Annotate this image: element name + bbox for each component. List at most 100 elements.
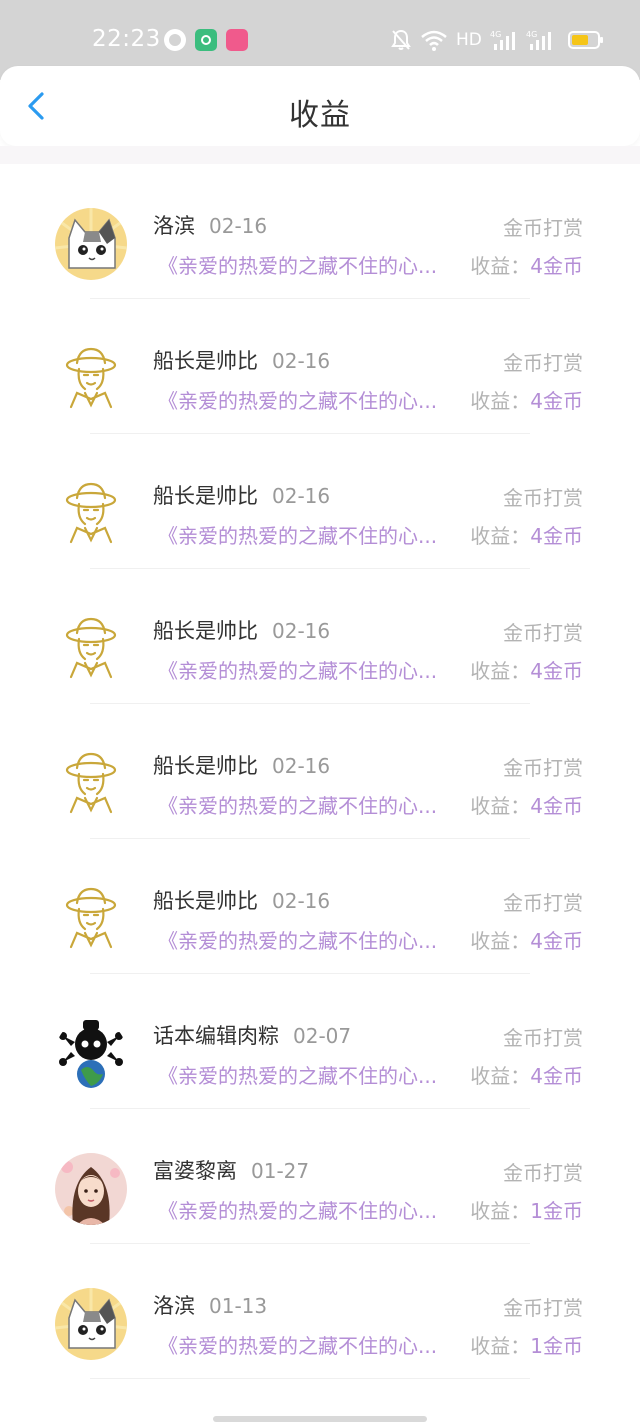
list-item[interactable]: 话本编辑肉粽 02-07 金币打赏 《亲爱的热爱的之藏不住的心... 收益：4金币 xyxy=(0,974,640,1109)
earning-value: 4金币 xyxy=(530,929,583,953)
entry-user: 船长是帅比 02-16 xyxy=(153,885,330,915)
user-name[interactable]: 话本编辑肉粽 xyxy=(153,1024,279,1048)
earning-label: 收益： xyxy=(470,389,531,413)
status-time: 22:23 xyxy=(92,26,161,52)
user-name[interactable]: 富婆黎离 xyxy=(153,1159,237,1183)
green-app-icon xyxy=(195,29,217,51)
svg-text:4G: 4G xyxy=(526,30,537,39)
earning-value: 1金币 xyxy=(530,1199,583,1223)
user-name[interactable]: 洛滨 xyxy=(153,1294,195,1318)
signal-icon: 4G xyxy=(490,30,515,50)
reward-type: 金币打赏 xyxy=(503,216,583,240)
reward-type: 金币打赏 xyxy=(503,1026,583,1050)
skull-earth-avatar[interactable] xyxy=(55,1018,127,1090)
divider xyxy=(90,1378,530,1379)
list-item[interactable]: 船长是帅比 02-16 金币打赏 《亲爱的热爱的之藏不住的心... 收益：4金币 xyxy=(0,299,640,434)
straw-hat-avatar[interactable] xyxy=(55,343,127,415)
book-title[interactable]: 《亲爱的热爱的之藏不住的心... xyxy=(158,250,458,279)
book-title[interactable]: 《亲爱的热爱的之藏不住的心... xyxy=(158,520,458,549)
entry-user: 船长是帅比 02-16 xyxy=(153,480,330,510)
battery-icon xyxy=(567,31,603,49)
list-item[interactable]: 船长是帅比 02-16 金币打赏 《亲爱的热爱的之藏不住的心... 收益：4金币 xyxy=(0,704,640,839)
list-item[interactable]: 富婆黎离 01-27 金币打赏 《亲爱的热爱的之藏不住的心... 收益：1金币 xyxy=(0,1109,640,1244)
reward-type: 金币打赏 xyxy=(503,351,583,375)
user-name[interactable]: 船长是帅比 xyxy=(153,349,258,373)
girl-portrait-avatar[interactable] xyxy=(55,1153,127,1225)
straw-hat-avatar[interactable] xyxy=(55,748,127,820)
earning-value: 4金币 xyxy=(530,524,583,548)
book-title[interactable]: 《亲爱的热爱的之藏不住的心... xyxy=(158,655,458,684)
earning-label: 收益： xyxy=(470,929,531,953)
entry-date: 02-16 xyxy=(272,349,331,373)
earning-value: 1金币 xyxy=(530,1334,583,1358)
entry-date: 01-27 xyxy=(251,1159,310,1183)
earning: 收益：4金币 xyxy=(470,655,583,684)
signal-icon: 4G xyxy=(526,30,551,50)
reward-type: 金币打赏 xyxy=(503,1296,583,1320)
user-name[interactable]: 船长是帅比 xyxy=(153,484,258,508)
earning-value: 4金币 xyxy=(530,389,583,413)
earning: 收益：4金币 xyxy=(470,250,583,279)
book-title[interactable]: 《亲爱的热爱的之藏不住的心... xyxy=(158,1330,458,1359)
earning: 收益：4金币 xyxy=(470,520,583,549)
entry-date: 02-16 xyxy=(272,889,331,913)
book-title[interactable]: 《亲爱的热爱的之藏不住的心... xyxy=(158,1060,458,1089)
cat-avatar[interactable] xyxy=(55,208,127,280)
straw-hat-avatar[interactable] xyxy=(55,883,127,955)
entry-user: 船长是帅比 02-16 xyxy=(153,615,330,645)
user-name[interactable]: 船长是帅比 xyxy=(153,889,258,913)
book-title[interactable]: 《亲爱的热爱的之藏不住的心... xyxy=(158,1195,458,1224)
book-title[interactable]: 《亲爱的热爱的之藏不住的心... xyxy=(158,925,458,954)
reward-type: 金币打赏 xyxy=(503,756,583,780)
earning-label: 收益： xyxy=(470,794,531,818)
entry-user: 洛滨 01-13 xyxy=(153,1290,267,1320)
earning-value: 4金币 xyxy=(530,659,583,683)
earning-value: 4金币 xyxy=(530,254,583,278)
book-title[interactable]: 《亲爱的热爱的之藏不住的心... xyxy=(158,385,458,414)
earning: 收益：4金币 xyxy=(470,385,583,414)
list-item[interactable]: 船长是帅比 02-16 金币打赏 《亲爱的热爱的之藏不住的心... 收益：4金币 xyxy=(0,434,640,569)
earning: 收益：4金币 xyxy=(470,925,583,954)
earning: 收益：1金币 xyxy=(470,1195,583,1224)
reward-type: 金币打赏 xyxy=(503,486,583,510)
pink-app-icon xyxy=(226,29,248,51)
entry-user: 船长是帅比 02-16 xyxy=(153,345,330,375)
entry-date: 02-16 xyxy=(272,754,331,778)
straw-hat-avatar[interactable] xyxy=(55,478,127,550)
cat-avatar[interactable] xyxy=(55,1288,127,1360)
entry-user: 船长是帅比 02-16 xyxy=(153,750,330,780)
home-indicator[interactable] xyxy=(213,1416,427,1422)
entry-user: 富婆黎离 01-27 xyxy=(153,1155,309,1185)
page-title: 收益 xyxy=(289,98,351,133)
list-item[interactable]: 洛滨 02-16 金币打赏 《亲爱的热爱的之藏不住的心... 收益：4金币 xyxy=(0,164,640,299)
earning: 收益：4金币 xyxy=(470,1060,583,1089)
earning-label: 收益： xyxy=(470,659,531,683)
user-name[interactable]: 船长是帅比 xyxy=(153,754,258,778)
svg-text:4G: 4G xyxy=(490,30,501,39)
entry-date: 02-16 xyxy=(209,214,268,238)
earning-value: 4金币 xyxy=(530,1064,583,1088)
straw-hat-avatar[interactable] xyxy=(55,613,127,685)
entry-user: 话本编辑肉粽 02-07 xyxy=(153,1020,351,1050)
earning-label: 收益： xyxy=(470,1199,531,1223)
user-name[interactable]: 洛滨 xyxy=(153,214,195,238)
list-item[interactable]: 船长是帅比 02-16 金币打赏 《亲爱的热爱的之藏不住的心... 收益：4金币 xyxy=(0,569,640,704)
header: 收益 xyxy=(0,66,640,146)
status-indicators: HD 4G 4G xyxy=(390,28,603,52)
list-item[interactable]: 洛滨 01-13 金币打赏 《亲爱的热爱的之藏不住的心... 收益：1金币 xyxy=(0,1244,640,1379)
globe-app-icon xyxy=(164,29,186,51)
entry-date: 02-07 xyxy=(293,1024,352,1048)
earning-value: 4金币 xyxy=(530,794,583,818)
entry-date: 01-13 xyxy=(209,1294,268,1318)
earning-label: 收益： xyxy=(470,254,531,278)
list-item[interactable]: 船长是帅比 02-16 金币打赏 《亲爱的热爱的之藏不住的心... 收益：4金币 xyxy=(0,839,640,974)
reward-type: 金币打赏 xyxy=(503,891,583,915)
entry-date: 02-16 xyxy=(272,619,331,643)
user-name[interactable]: 船长是帅比 xyxy=(153,619,258,643)
entry-date: 02-16 xyxy=(272,484,331,508)
book-title[interactable]: 《亲爱的热爱的之藏不住的心... xyxy=(158,790,458,819)
reward-type: 金币打赏 xyxy=(503,621,583,645)
network-type: HD xyxy=(456,30,482,50)
earning-label: 收益： xyxy=(470,1334,531,1358)
earning: 收益：4金币 xyxy=(470,790,583,819)
